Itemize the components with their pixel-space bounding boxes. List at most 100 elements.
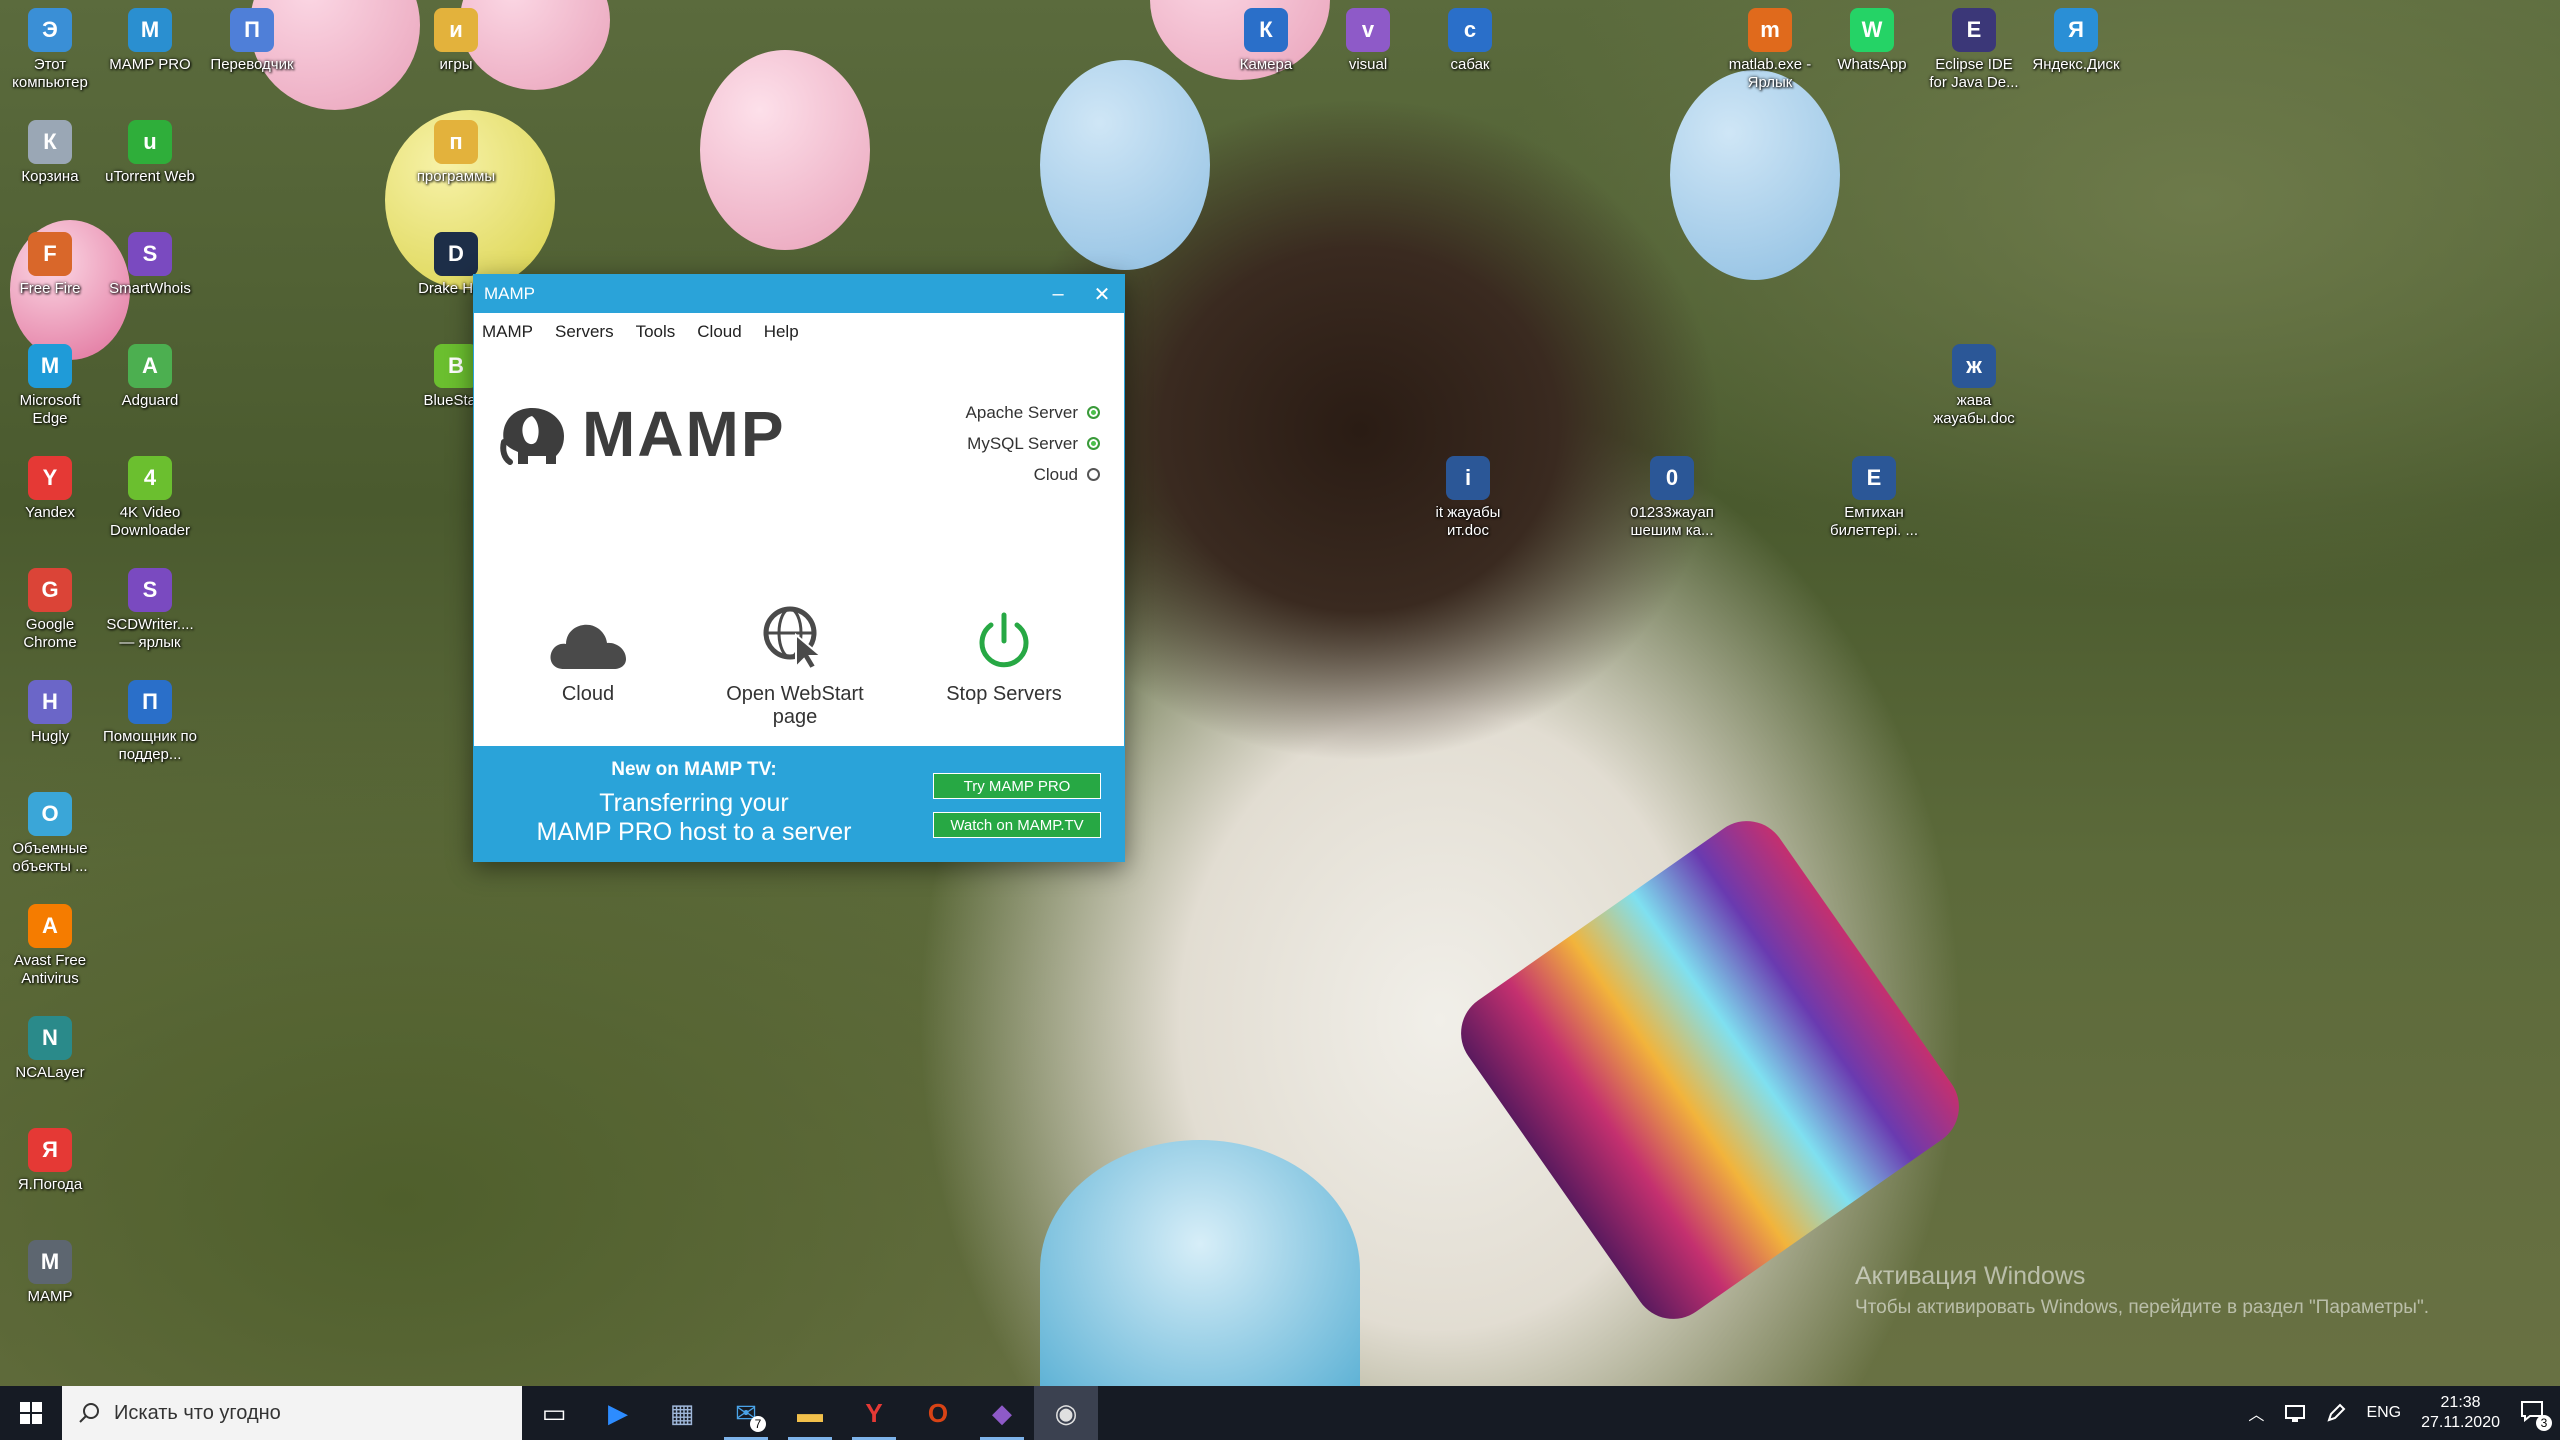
title-bar[interactable]: MAMP – ✕	[474, 275, 1124, 313]
stop-servers-button[interactable]: Stop Servers	[888, 605, 1120, 729]
3d-objects-icon: О	[28, 792, 72, 836]
status-apache: Apache Server	[966, 397, 1100, 428]
clock[interactable]: 21:38 27.11.2020	[2421, 1393, 2500, 1433]
desktop-icon[interactable]: F Free Fire	[2, 232, 98, 298]
status-label: MySQL Server	[967, 433, 1078, 453]
taskbar-app[interactable]: ▶	[586, 1386, 650, 1440]
desktop-icon[interactable]: О Объемные объекты ...	[2, 792, 98, 876]
desktop-icon[interactable]: M MAMP PRO	[102, 8, 198, 74]
action-buttons: Cloud Open WebStart page Stop Servers	[474, 605, 1124, 729]
balloon	[700, 50, 870, 250]
desktop-icon[interactable]: Э Этот компьютер	[2, 8, 98, 92]
webstart-button-label: Open WebStart page	[726, 683, 864, 728]
adguard-icon: A	[128, 344, 172, 388]
smartwhois-icon: S	[128, 232, 172, 276]
language-indicator[interactable]: ENG	[2366, 1404, 2401, 1422]
desktop-icon[interactable]: П Помощник по поддер...	[102, 680, 198, 764]
status-cloud: Cloud	[966, 459, 1100, 490]
desktop-icon[interactable]: N NCALayer	[2, 1016, 98, 1082]
edge-icon: M	[28, 344, 72, 388]
free-fire-icon: F	[28, 232, 72, 276]
desktop-icon-label: MAMP	[27, 1288, 73, 1305]
desktop-icon[interactable]: m matlab.exe - Ярлык	[1722, 8, 1818, 92]
search-placeholder: Искать что угодно	[114, 1401, 281, 1424]
desktop-icon[interactable]: Y Yandex	[2, 456, 98, 522]
tray-chevron-up-icon[interactable]: ︿	[2248, 1401, 2264, 1425]
status-off-indicator-icon	[1087, 468, 1100, 481]
minimize-button[interactable]: –	[1036, 275, 1080, 313]
taskbar-app[interactable]: ▭	[522, 1386, 586, 1440]
taskbar-app[interactable]: ▦	[650, 1386, 714, 1440]
desktop-icon[interactable]: A Avast Free Antivirus	[2, 904, 98, 988]
desktop-icon[interactable]: M Microsoft Edge	[2, 344, 98, 428]
pen-icon[interactable]	[2326, 1403, 2346, 1423]
taskbar-app[interactable]: ✉ 7	[714, 1386, 778, 1440]
close-button[interactable]: ✕	[1080, 275, 1124, 313]
try-mamp-pro-button[interactable]: Try MAMP PRO	[933, 773, 1101, 799]
taskbar-app[interactable]: Y	[842, 1386, 906, 1440]
desktop-icon[interactable]: Я Я.Погода	[2, 1128, 98, 1194]
task-view-icon: ▭	[541, 1397, 567, 1428]
desktop-icon[interactable]: К Камера	[1218, 8, 1314, 74]
desktop-icon[interactable]: и игры	[408, 8, 504, 74]
elephant-icon	[500, 408, 564, 465]
desktop-icon-label: Этот компьютер	[12, 56, 88, 91]
desktop-icon[interactable]: 4 4K Video Downloader	[102, 456, 198, 540]
status-label: Cloud	[1033, 464, 1078, 484]
desktop-icon-label: Free Fire	[19, 280, 81, 297]
desktop-icon[interactable]: п программы	[408, 120, 504, 186]
document-icon: с	[1448, 8, 1492, 52]
taskbar-search[interactable]: Искать что угодно	[62, 1386, 522, 1440]
desktop-icon[interactable]: S SCDWriter.... — ярлык	[102, 568, 198, 652]
start-button[interactable]	[0, 1386, 62, 1440]
word-doc-icon: i	[1446, 456, 1490, 500]
open-webstart-button[interactable]: Open WebStart page	[702, 605, 888, 729]
taskbar-app[interactable]: ▬	[778, 1386, 842, 1440]
desktop-icon[interactable]: К Корзина	[2, 120, 98, 186]
taskbar-app[interactable]: ◆	[970, 1386, 1034, 1440]
desktop-icon[interactable]: M MAMP	[2, 1240, 98, 1306]
desktop-icon[interactable]: E Eclipse IDE for Java De...	[1926, 8, 2022, 92]
balloon	[1040, 60, 1210, 270]
cup	[1445, 805, 1975, 1335]
cloud-button[interactable]: Cloud	[474, 605, 702, 729]
desktop-icon[interactable]: i it жауабы ит.doc	[1420, 456, 1516, 540]
folder-icon: и	[434, 8, 478, 52]
desktop-icon[interactable]: A Adguard	[102, 344, 198, 410]
network-icon[interactable]	[2284, 1403, 2306, 1423]
desktop-icon[interactable]: S SmartWhois	[102, 232, 198, 298]
ncalayer-icon: N	[28, 1016, 72, 1060]
desktop-icon-label: Камера	[1239, 56, 1293, 73]
menu-help[interactable]: Help	[764, 322, 799, 342]
bluestacks-icon: B	[434, 344, 478, 388]
tv-heading: New on MAMP TV:	[611, 759, 777, 780]
yandex-disk-icon: Я	[2054, 8, 2098, 52]
desktop-icon[interactable]: G Google Chrome	[2, 568, 98, 652]
desktop-icon[interactable]: v visual	[1320, 8, 1416, 74]
desktop-icon[interactable]: u uTorrent Web	[102, 120, 198, 186]
mamp-window[interactable]: MAMP – ✕ MAMP Servers Tools Cloud Help M…	[473, 274, 1125, 862]
taskbar-apps: ▭ ▶ ▦ ✉ 7 ▬ Y O ◆ ◉	[522, 1386, 1098, 1440]
desktop-icon-label: жава жауабы.doc	[1933, 392, 2015, 427]
desktop-icon[interactable]: с сабак	[1422, 8, 1518, 74]
notification-center-button[interactable]: 3	[2520, 1400, 2552, 1431]
desktop-icon[interactable]: Е Емтихан билеттері. ...	[1826, 456, 1922, 540]
desktop-icon[interactable]: 0 01233жауап шешим ка...	[1624, 456, 1720, 540]
desktop-icon[interactable]: H Hugly	[2, 680, 98, 746]
desktop-icon[interactable]: W WhatsApp	[1824, 8, 1920, 74]
menu-tools[interactable]: Tools	[636, 322, 676, 342]
watch-mamp-tv-button[interactable]: Watch on MAMP.TV	[933, 812, 1101, 838]
menu-mamp[interactable]: MAMP	[482, 322, 533, 342]
desktop-icon-label: it жауабы ит.doc	[1435, 504, 1501, 539]
utorrent-icon: u	[128, 120, 172, 164]
taskbar-app[interactable]: O	[906, 1386, 970, 1440]
notification-count: 3	[2536, 1414, 2552, 1431]
menu-cloud[interactable]: Cloud	[697, 322, 741, 342]
taskbar-app[interactable]: ◉	[1034, 1386, 1098, 1440]
menu-servers[interactable]: Servers	[555, 322, 614, 342]
desktop-icon-label: SCDWriter.... — ярлык	[106, 616, 194, 651]
desktop-icon[interactable]: ж жава жауабы.doc	[1926, 344, 2022, 428]
power-icon	[979, 612, 1029, 668]
desktop-icon[interactable]: П Переводчик	[204, 8, 300, 74]
desktop-icon[interactable]: Я Яндекс.Диск	[2028, 8, 2124, 74]
